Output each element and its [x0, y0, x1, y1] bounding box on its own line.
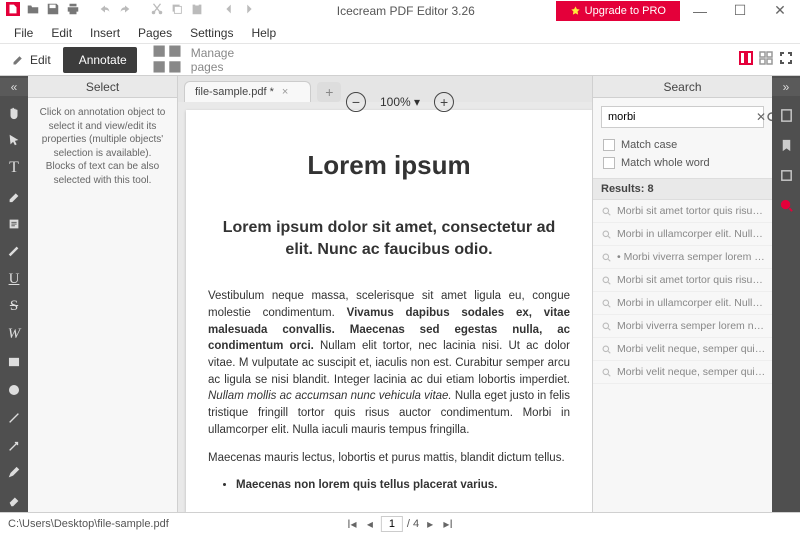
page-number-input[interactable]	[381, 516, 403, 532]
doc-paragraph: Vestibulum neque massa, scelerisque sit …	[208, 288, 570, 438]
paste-icon[interactable]	[190, 2, 204, 19]
search-result-item[interactable]: Morbi sit amet tortor quis risu…	[593, 269, 772, 292]
note-tool-icon[interactable]	[3, 213, 25, 235]
menu-bar: File Edit Insert Pages Settings Help	[0, 22, 800, 44]
copy-icon[interactable]	[170, 2, 184, 19]
print-icon[interactable]	[66, 2, 80, 19]
menu-pages[interactable]: Pages	[130, 24, 180, 42]
prev-page-icon[interactable]: ◂	[363, 517, 377, 531]
document-tab[interactable]: file-sample.pdf *×	[184, 81, 311, 102]
new-tab-button[interactable]: +	[317, 82, 341, 102]
annotate-mode-button[interactable]: Annotate	[63, 47, 137, 73]
window-title: Icecream PDF Editor 3.26	[256, 4, 556, 18]
bookmarks-panel-icon[interactable]	[775, 134, 797, 156]
squiggly-tool-icon[interactable]: W	[3, 324, 25, 346]
text-tool-icon[interactable]: T	[3, 157, 25, 179]
doc-heading-2: Lorem ipsum dolor sit amet, consectetur …	[208, 217, 570, 260]
menu-settings[interactable]: Settings	[182, 24, 241, 42]
doc-paragraph: Maecenas mauris lectus, lobortis et puru…	[208, 450, 570, 467]
match-word-option[interactable]: Match whole word	[603, 154, 762, 172]
menu-edit[interactable]: Edit	[43, 24, 80, 42]
zoom-out-button[interactable]: −	[346, 92, 366, 112]
undo-icon[interactable]	[98, 2, 112, 19]
first-page-icon[interactable]: I◂	[345, 517, 359, 531]
left-panel: Select Click on annotation object to sel…	[28, 76, 178, 512]
circle-tool-icon[interactable]	[3, 379, 25, 401]
maximize-button[interactable]: ☐	[720, 0, 760, 22]
redo-icon[interactable]	[118, 2, 132, 19]
strikethrough-tool-icon[interactable]: S	[3, 296, 25, 318]
close-tab-icon[interactable]: ×	[282, 86, 288, 98]
single-page-view-icon[interactable]	[738, 50, 754, 69]
status-bar: C:\Users\Desktop\file-sample.pdf I◂ ◂ / …	[0, 512, 800, 534]
close-button[interactable]: ✕	[760, 0, 800, 22]
menu-file[interactable]: File	[6, 24, 41, 42]
upgrade-button[interactable]: Upgrade to PRO	[556, 1, 680, 21]
doc-list-item: Maecenas non lorem quis tellus placerat …	[236, 479, 570, 491]
rect-tool-icon[interactable]	[3, 352, 25, 374]
minimize-button[interactable]: —	[680, 0, 720, 22]
app-icon	[6, 2, 20, 19]
results-header: Results: 8	[593, 178, 772, 200]
annotate-toolbar: « T U S W	[0, 76, 28, 512]
pages-panel-icon[interactable]	[775, 104, 797, 126]
search-input[interactable]	[602, 111, 756, 123]
pencil-tool-icon[interactable]	[3, 463, 25, 485]
next-page-icon[interactable]: ▸	[423, 517, 437, 531]
open-icon[interactable]	[26, 2, 40, 19]
edit-mode-button[interactable]: Edit	[2, 47, 61, 73]
search-result-item[interactable]: Morbi viverra semper lorem n…	[593, 315, 772, 338]
search-panel-icon[interactable]	[775, 194, 797, 216]
back-icon[interactable]	[222, 2, 236, 19]
search-result-item[interactable]: Morbi sit amet tortor quis risu…	[593, 200, 772, 223]
draw-tool-icon[interactable]	[3, 241, 25, 263]
left-panel-title: Select	[28, 76, 177, 98]
doc-heading-1: Lorem ipsum	[208, 150, 570, 181]
collapse-left-icon[interactable]: «	[0, 78, 28, 96]
checkbox-icon[interactable]	[603, 139, 615, 151]
arrow-tool-icon[interactable]	[3, 435, 25, 457]
collapse-right-icon[interactable]: »	[772, 78, 800, 96]
search-panel: Search ✕ Match case Match whole word Res…	[592, 76, 772, 512]
checkbox-icon[interactable]	[603, 157, 615, 169]
zoom-level[interactable]: 100% ▾	[374, 93, 426, 111]
title-bar: Icecream PDF Editor 3.26 Upgrade to PRO …	[0, 0, 800, 22]
underline-tool-icon[interactable]: U	[3, 268, 25, 290]
attachments-panel-icon[interactable]	[775, 164, 797, 186]
match-case-option[interactable]: Match case	[603, 136, 762, 154]
last-page-icon[interactable]: ▸I	[441, 517, 455, 531]
fullscreen-icon[interactable]	[778, 50, 794, 69]
right-toolbar: »	[772, 76, 800, 512]
search-result-item[interactable]: Morbi in ullamcorper elit. Null…	[593, 292, 772, 315]
search-result-item[interactable]: Morbi velit neque, semper qui…	[593, 361, 772, 384]
menu-help[interactable]: Help	[243, 24, 284, 42]
hand-tool-icon[interactable]	[3, 102, 25, 124]
page-content: Lorem ipsum Lorem ipsum dolor sit amet, …	[186, 110, 592, 512]
highlight-tool-icon[interactable]	[3, 185, 25, 207]
cut-icon[interactable]	[150, 2, 164, 19]
select-tool-icon[interactable]	[3, 130, 25, 152]
eraser-tool-icon[interactable]	[3, 490, 25, 512]
save-icon[interactable]	[46, 2, 60, 19]
menu-insert[interactable]: Insert	[82, 24, 128, 42]
grid-view-icon[interactable]	[758, 50, 774, 69]
search-result-item[interactable]: Morbi in ullamcorper elit. Null…	[593, 223, 772, 246]
search-panel-title: Search	[593, 76, 772, 98]
results-list: Morbi sit amet tortor quis risu…Morbi in…	[593, 200, 772, 512]
zoom-in-button[interactable]: +	[434, 92, 454, 112]
line-tool-icon[interactable]	[3, 407, 25, 429]
search-result-item[interactable]: Morbi velit neque, semper qui…	[593, 338, 772, 361]
left-panel-desc: Click on annotation object to select it …	[28, 98, 177, 195]
fwd-icon[interactable]	[242, 2, 256, 19]
page-total: / 4	[407, 518, 419, 530]
file-path: C:\Users\Desktop\file-sample.pdf	[8, 518, 169, 530]
clear-search-icon[interactable]: ✕	[756, 110, 766, 124]
search-result-item[interactable]: • Morbi viverra semper lorem …	[593, 246, 772, 269]
document-viewport[interactable]: Lorem ipsum Lorem ipsum dolor sit amet, …	[178, 102, 592, 512]
mode-toolbar: Edit Annotate Manage pages − 100% ▾ +	[0, 44, 800, 76]
manage-pages-button[interactable]: Manage pages	[139, 47, 244, 73]
